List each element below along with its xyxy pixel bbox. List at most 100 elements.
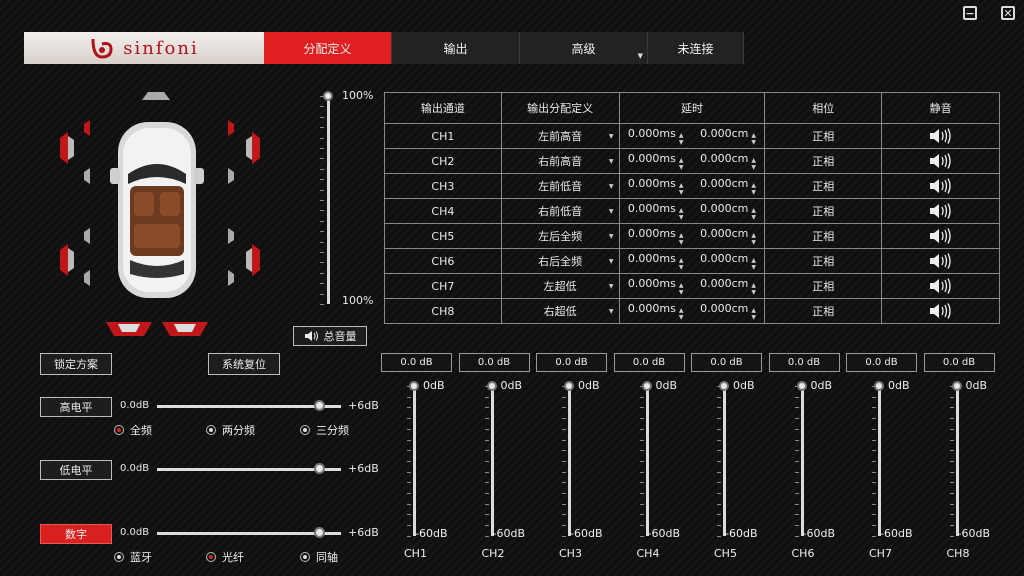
spinner-icon[interactable]: ▲ ▼ <box>679 232 684 246</box>
phase-toggle[interactable]: 正相 <box>764 298 883 324</box>
channel-gain-thumb[interactable] <box>564 381 574 391</box>
channel-gain-readout[interactable]: 0.0 dB <box>458 353 530 372</box>
delay-cm-field[interactable]: 0.000cm ▲ ▼ <box>700 152 756 171</box>
channel-gain-readout[interactable]: 0.0 dB <box>381 353 452 372</box>
assignment-dropdown[interactable]: 右后全频 ▼ <box>500 248 620 274</box>
channel-gain-thumb[interactable] <box>796 381 807 391</box>
channel-gain-readout[interactable]: 0.0 dB <box>613 353 685 372</box>
channel-gain-thumb[interactable] <box>486 381 497 391</box>
mode-two-way[interactable]: 两分频 <box>206 422 255 438</box>
delay-ms-field[interactable]: 0.000ms ▲ ▼ <box>628 177 684 196</box>
tab-output[interactable]: 输出 <box>392 32 520 64</box>
assignment-dropdown[interactable]: 左前低音 ▼ <box>500 173 620 199</box>
mute-toggle[interactable] <box>881 273 1000 299</box>
mute-toggle[interactable] <box>881 173 1000 199</box>
channel-gain-thumb[interactable] <box>719 381 729 391</box>
phase-toggle[interactable]: 正相 <box>764 123 883 149</box>
spinner-icon[interactable]: ▲ ▼ <box>751 282 756 296</box>
digital-input-button[interactable]: 数字 <box>40 524 112 544</box>
digital-level-slider-thumb[interactable] <box>313 527 325 538</box>
channel-gain-track[interactable] <box>413 386 416 536</box>
delay-ms-field[interactable]: 0.000ms ▲ ▼ <box>628 252 684 271</box>
spinner-icon[interactable]: ▲ ▼ <box>751 207 756 221</box>
mute-toggle[interactable] <box>881 248 1000 274</box>
channel-gain-track[interactable] <box>878 386 881 536</box>
spinner-icon[interactable]: ▲ ▼ <box>679 207 684 221</box>
system-reset-button[interactable]: 系统复位 <box>208 353 280 375</box>
channel-gain-track[interactable] <box>568 386 571 536</box>
delay-ms-field[interactable]: 0.000ms ▲ ▼ <box>628 277 684 296</box>
phase-toggle[interactable]: 正相 <box>764 248 883 274</box>
delay-cm-field[interactable]: 0.000cm ▲ ▼ <box>700 177 756 196</box>
assignment-dropdown[interactable]: 右前低音 ▼ <box>500 198 620 224</box>
lock-scheme-button[interactable]: 锁定方案 <box>40 353 112 375</box>
delay-cm-field[interactable]: 0.000cm ▲ ▼ <box>700 127 756 146</box>
low-level-slider-thumb[interactable] <box>313 463 325 474</box>
delay-ms-field[interactable]: 0.000ms ▲ ▼ <box>628 152 684 171</box>
mute-toggle[interactable] <box>881 198 1000 224</box>
phase-toggle[interactable]: 正相 <box>764 173 883 199</box>
mute-toggle[interactable] <box>881 223 1000 249</box>
tab-advanced[interactable]: 高级 ▼ <box>520 32 648 64</box>
tab-assign[interactable]: 分配定义 <box>264 32 392 64</box>
mute-toggle[interactable] <box>881 148 1000 174</box>
spinner-icon[interactable]: ▲ ▼ <box>751 132 756 146</box>
channel-gain-readout[interactable]: 0.0 dB <box>536 353 607 372</box>
mode-three-way[interactable]: 三分频 <box>300 422 349 438</box>
assignment-dropdown[interactable]: 右前高音 ▼ <box>500 148 620 174</box>
spinner-icon[interactable]: ▲ ▼ <box>679 282 684 296</box>
connection-status[interactable]: 未连接 <box>648 32 744 64</box>
phase-toggle[interactable]: 正相 <box>764 148 883 174</box>
spinner-icon[interactable]: ▲ ▼ <box>679 257 684 271</box>
source-bluetooth[interactable]: 蓝牙 <box>114 549 152 565</box>
phase-toggle[interactable]: 正相 <box>764 223 883 249</box>
source-optical[interactable]: 光纤 <box>206 549 244 565</box>
channel-gain-track[interactable] <box>955 386 959 536</box>
spinner-icon[interactable]: ▲ ▼ <box>751 157 756 171</box>
spinner-icon[interactable]: ▲ ▼ <box>751 182 756 196</box>
delay-ms-field[interactable]: 0.000ms ▲ ▼ <box>628 127 684 146</box>
delay-ms-field[interactable]: 0.000ms ▲ ▼ <box>628 302 684 321</box>
spinner-icon[interactable]: ▲ ▼ <box>679 182 684 196</box>
channel-gain-track[interactable] <box>800 386 804 536</box>
channel-gain-track[interactable] <box>645 386 649 536</box>
delay-ms-field[interactable]: 0.000ms ▲ ▼ <box>628 202 684 221</box>
delay-ms-field[interactable]: 0.000ms ▲ ▼ <box>628 227 684 246</box>
delay-cm-field[interactable]: 0.000cm ▲ ▼ <box>700 277 756 296</box>
channel-gain-track[interactable] <box>490 386 494 536</box>
high-level-slider-thumb[interactable] <box>313 400 325 411</box>
channel-gain-readout[interactable]: 0.0 dB <box>768 353 840 372</box>
channel-gain-thumb[interactable] <box>951 381 962 391</box>
spinner-icon[interactable]: ▲ ▼ <box>679 132 684 146</box>
channel-gain-readout[interactable]: 0.0 dB <box>691 353 762 372</box>
mode-full-range[interactable]: 全频 <box>114 422 152 438</box>
master-volume-button[interactable]: 总音量 <box>293 326 367 346</box>
spinner-icon[interactable]: ▲ ▼ <box>751 257 756 271</box>
low-level-input-button[interactable]: 低电平 <box>40 460 112 480</box>
assignment-dropdown[interactable]: 左后全频 ▼ <box>500 223 620 249</box>
assignment-dropdown[interactable]: 左前高音 ▼ <box>500 123 620 149</box>
master-volume-thumb[interactable] <box>323 91 333 101</box>
phase-toggle[interactable]: 正相 <box>764 198 883 224</box>
spinner-icon[interactable]: ▲ ▼ <box>751 232 756 246</box>
spinner-icon[interactable]: ▲ ▼ <box>751 307 756 321</box>
minimize-button[interactable]: − <box>963 6 977 20</box>
assignment-dropdown[interactable]: 右超低 ▼ <box>500 298 620 324</box>
mute-toggle[interactable] <box>881 123 1000 149</box>
source-coaxial[interactable]: 同轴 <box>300 549 338 565</box>
assignment-dropdown[interactable]: 左超低 ▼ <box>500 273 620 299</box>
channel-gain-track[interactable] <box>723 386 726 536</box>
phase-toggle[interactable]: 正相 <box>764 273 883 299</box>
delay-cm-field[interactable]: 0.000cm ▲ ▼ <box>700 252 756 271</box>
channel-gain-thumb[interactable] <box>641 381 652 391</box>
delay-cm-field[interactable]: 0.000cm ▲ ▼ <box>700 302 756 321</box>
mute-toggle[interactable] <box>881 298 1000 324</box>
close-button[interactable]: ✕ <box>1001 6 1015 20</box>
spinner-icon[interactable]: ▲ ▼ <box>679 307 684 321</box>
spinner-icon[interactable]: ▲ ▼ <box>679 157 684 171</box>
channel-gain-readout[interactable]: 0.0 dB <box>846 353 917 372</box>
delay-cm-field[interactable]: 0.000cm ▲ ▼ <box>700 202 756 221</box>
channel-gain-readout[interactable]: 0.0 dB <box>923 353 995 372</box>
channel-gain-thumb[interactable] <box>874 381 884 391</box>
master-volume-track[interactable] <box>327 96 330 304</box>
